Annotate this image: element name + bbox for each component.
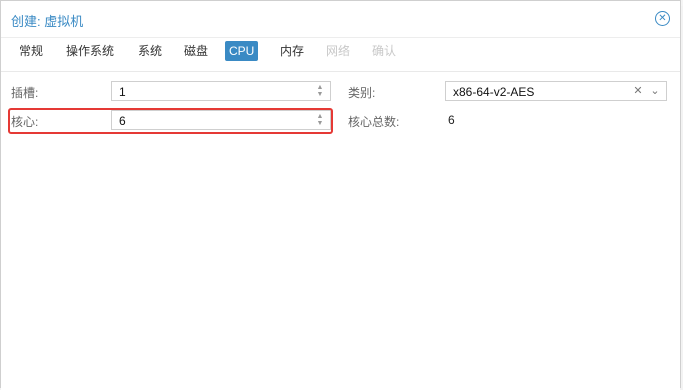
total-cores-label: 核心总数: xyxy=(348,115,400,129)
cores-highlight-box xyxy=(8,108,333,134)
type-label: 类别: xyxy=(348,86,376,100)
tab-general[interactable]: 常规 xyxy=(15,41,47,61)
create-vm-dialog: 创建: 虚拟机 ✕ 常规 操作系统 系统 磁盘 CPU 内存 网络 确认 插槽:… xyxy=(0,0,681,390)
total-cores-value: 6 xyxy=(448,113,455,127)
tab-bar: 常规 操作系统 系统 磁盘 CPU 内存 网络 确认 xyxy=(1,39,680,67)
tab-system[interactable]: 系统 xyxy=(134,41,166,61)
cpu-type-select[interactable]: x86-64-v2-AES ✕ ⌄ xyxy=(445,81,667,101)
spinner-arrows-icon[interactable]: ▲ ▼ xyxy=(315,84,325,98)
sockets-label: 插槽: xyxy=(11,86,39,100)
tab-os[interactable]: 操作系统 xyxy=(62,41,118,61)
dialog-header: 创建: 虚拟机 ✕ xyxy=(1,1,680,38)
tab-cpu[interactable]: CPU xyxy=(225,41,259,61)
clear-x-icon[interactable]: ✕ xyxy=(632,84,644,98)
dialog-title: 创建: 虚拟机 xyxy=(11,14,84,29)
tab-memory[interactable]: 内存 xyxy=(276,41,308,61)
sockets-input[interactable]: 1 ▲ ▼ xyxy=(111,81,331,101)
tab-confirm: 确认 xyxy=(372,44,397,58)
cpu-panel: 插槽: 1 ▲ ▼ 核心: 6 ▲ ▼ 类别: x86-64-v2-AES ✕ ⌄ … xyxy=(1,71,680,390)
chevron-down-icon[interactable]: ⌄ xyxy=(649,84,661,98)
cpu-type-value: x86-64-v2-AES xyxy=(453,85,535,99)
tab-network: 网络 xyxy=(326,44,351,58)
sockets-value: 1 xyxy=(119,85,126,99)
close-icon[interactable]: ✕ xyxy=(655,11,670,26)
tab-disks[interactable]: 磁盘 xyxy=(180,41,212,61)
